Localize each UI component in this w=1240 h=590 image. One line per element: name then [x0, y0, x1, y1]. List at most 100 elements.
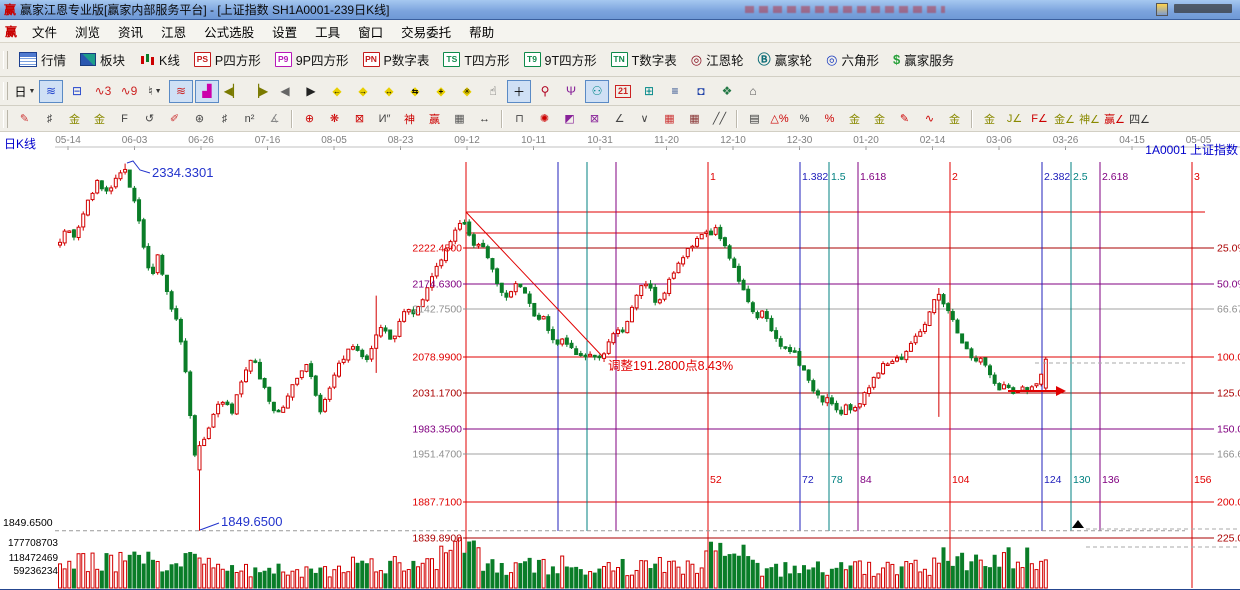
- tool-shift-right[interactable]: ◆→: [351, 80, 375, 103]
- single-candle-dropdown-icon[interactable]: ▼: [155, 88, 162, 95]
- tool-ying-tool[interactable]: 赢: [423, 108, 446, 129]
- menu-item-1[interactable]: 浏览: [66, 24, 109, 42]
- tool-gold-angle[interactable]: 金∠: [1053, 108, 1076, 129]
- tool-web-export[interactable]: ❖: [715, 80, 739, 103]
- tool-target-circle[interactable]: ⊕: [298, 108, 321, 129]
- tool-star-web[interactable]: ❋: [323, 108, 346, 129]
- tool-grid-dark[interactable]: ▦: [683, 108, 706, 129]
- tool-workstation[interactable]: ⌂: [741, 80, 765, 103]
- tool-fan-box[interactable]: ◩: [558, 108, 581, 129]
- toolbar-button-p-number-table[interactable]: PNP数字表: [356, 48, 437, 71]
- tool-purple-tool[interactable]: Ψ: [559, 80, 583, 103]
- menu-item-2[interactable]: 资讯: [109, 24, 152, 42]
- tool-red-pattern[interactable]: ≋: [169, 80, 193, 103]
- tool-wave-3[interactable]: ∿3: [91, 80, 115, 103]
- chart-area[interactable]: 05-1406-0306-2607-1608-0508-2309-1210-11…: [0, 132, 1240, 590]
- menu-item-6[interactable]: 工具: [306, 24, 349, 42]
- tool-crosshair[interactable]: ＋: [507, 80, 531, 103]
- toolbar-grip[interactable]: [3, 110, 8, 128]
- tool-wave-channel[interactable]: ∿: [918, 108, 941, 129]
- tool-single-candle[interactable]: ♮▼: [143, 80, 167, 103]
- tool-wave-9[interactable]: ∿9: [117, 80, 141, 103]
- toolbar-button-winner-wheel[interactable]: Ⓑ赢家轮: [751, 48, 820, 71]
- menu-item-3[interactable]: 江恩: [152, 24, 195, 42]
- period-day-dropdown-icon[interactable]: ▼: [29, 88, 36, 95]
- tool-smart-analysis[interactable]: ⚇: [585, 80, 609, 103]
- toolbar-button-quotes[interactable]: 行情: [12, 48, 73, 71]
- tool-tick-ruler-2[interactable]: ♯: [213, 108, 236, 129]
- tool-calculator[interactable]: ⊞: [637, 80, 661, 103]
- tool-period-day[interactable]: 日▼: [13, 80, 37, 103]
- tool-j-angle[interactable]: J∠: [1003, 108, 1026, 129]
- tool-calendar-21[interactable]: 21: [611, 80, 635, 103]
- tool-nav-prev[interactable]: ◀: [273, 80, 297, 103]
- tool-percent[interactable]: %: [793, 108, 816, 129]
- tool-angle-select[interactable]: ∡: [263, 108, 286, 129]
- tool-k-mark[interactable]: И″: [373, 108, 396, 129]
- toolbar-button-9p-square[interactable]: P99P四方形: [268, 48, 356, 71]
- tool-angle-lines[interactable]: ∠: [608, 108, 631, 129]
- tool-overlay-pattern[interactable]: ≋: [39, 80, 63, 103]
- tool-gold-grid-1[interactable]: 金: [63, 108, 86, 129]
- tool-n-square[interactable]: n²: [238, 108, 261, 129]
- tool-histogram-view[interactable]: ▟: [195, 80, 219, 103]
- tool-expand-h[interactable]: ◆↔: [377, 80, 401, 103]
- tool-pen-tool[interactable]: ✎: [13, 108, 36, 129]
- tool-gold-grid-2[interactable]: 金: [88, 108, 111, 129]
- tool-tick-ruler[interactable]: ♯: [38, 108, 61, 129]
- tool-ying-angle[interactable]: 赢∠: [1103, 108, 1126, 129]
- tool-f-ruler[interactable]: F: [113, 108, 136, 129]
- toolbar-button-gann-wheel[interactable]: ◎江恩轮: [684, 48, 751, 71]
- tool-f-angle[interactable]: F∠: [1028, 108, 1051, 129]
- tool-square-web[interactable]: ⊠: [348, 108, 371, 129]
- toolbar-button-p-square[interactable]: PSP四方形: [187, 48, 268, 71]
- tool-spiral[interactable]: ↺: [138, 108, 161, 129]
- toolbar-button-9t-square[interactable]: T99T四方形: [517, 48, 604, 71]
- tool-span-arrows[interactable]: ↔: [473, 108, 496, 129]
- tool-swap-axis[interactable]: ◆⇆: [403, 80, 427, 103]
- tool-percent-chart[interactable]: △%: [768, 108, 791, 129]
- menu-item-5[interactable]: 设置: [263, 24, 306, 42]
- toolbar-button-t-square[interactable]: TST四方形: [436, 48, 516, 71]
- tool-shen-angle[interactable]: 神∠: [1078, 108, 1101, 129]
- toolbar-button-sectors[interactable]: 板块: [73, 48, 132, 71]
- tool-gold-base[interactable]: 金: [978, 108, 1001, 129]
- tool-nav-next[interactable]: ▶: [299, 80, 323, 103]
- toolbar-button-t-number-table[interactable]: TNT数字表: [604, 48, 684, 71]
- tool-slant-lines[interactable]: ╱╱: [708, 108, 731, 129]
- tool-percent-line[interactable]: %: [818, 108, 841, 129]
- tool-v-lines[interactable]: ∨: [633, 108, 656, 129]
- tool-box-lines[interactable]: ⊠: [583, 108, 606, 129]
- tool-gold-lines-2[interactable]: 金: [943, 108, 966, 129]
- toolbar-button-kline[interactable]: K线: [132, 48, 187, 71]
- tool-gold-circle[interactable]: 金: [843, 108, 866, 129]
- tool-pen-red[interactable]: ✎: [893, 108, 916, 129]
- kline-chart[interactable]: 05-1406-0306-2607-1608-0508-2309-1210-11…: [0, 132, 1240, 590]
- tool-gann-fan[interactable]: ✺: [533, 108, 556, 129]
- tool-shen-tool[interactable]: 神: [398, 108, 421, 129]
- tool-measure-box[interactable]: ⊓: [508, 108, 531, 129]
- tool-si-angle[interactable]: 四∠: [1128, 108, 1151, 129]
- tool-fit-screen[interactable]: ◆✳: [455, 80, 479, 103]
- menu-item-8[interactable]: 交易委托: [392, 24, 460, 42]
- tool-hand-tool[interactable]: ☝: [481, 80, 505, 103]
- menu-item-0[interactable]: 文件: [23, 24, 66, 42]
- tool-nav-first[interactable]: ◀▏: [221, 80, 245, 103]
- toolbar-grip[interactable]: [3, 82, 8, 100]
- tool-info-panel[interactable]: ⊟: [65, 80, 89, 103]
- tool-grid-red[interactable]: ▦: [658, 108, 681, 129]
- tool-expand-all[interactable]: ◆+: [429, 80, 453, 103]
- titlebar-tray-icon[interactable]: [1156, 3, 1168, 16]
- tool-protractor-pen[interactable]: ✐: [163, 108, 186, 129]
- tool-circle-degrees[interactable]: ⊛: [188, 108, 211, 129]
- toolbar-button-winner-service[interactable]: $赢家服务: [886, 48, 961, 71]
- tool-zoom-cancel[interactable]: ⚲: [533, 80, 557, 103]
- menu-item-9[interactable]: 帮助: [460, 24, 503, 42]
- toolbar-button-hexagon[interactable]: ◎六角形: [819, 48, 886, 71]
- toolbar-grip[interactable]: [3, 51, 8, 69]
- tool-save[interactable]: ◘: [689, 80, 713, 103]
- menu-item-7[interactable]: 窗口: [349, 24, 392, 42]
- tool-shift-left[interactable]: ◆←: [325, 80, 349, 103]
- tool-grid-123[interactable]: ▦: [448, 108, 471, 129]
- tool-nav-last[interactable]: ▕▶: [247, 80, 271, 103]
